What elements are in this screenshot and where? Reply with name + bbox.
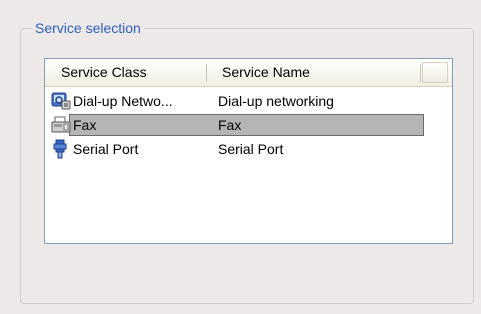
service-class-cell: Dial-up Netwo... [73, 93, 173, 109]
service-name-cell: Dial-up networking [218, 93, 334, 109]
service-list[interactable]: Service Class Service Name Dial-up Netwo… [44, 58, 453, 244]
column-header-service-name[interactable]: Service Name [208, 59, 418, 86]
serial-port-icon [51, 139, 71, 159]
groupbox-title: Service selection [32, 19, 144, 37]
column-divider[interactable] [206, 64, 207, 82]
list-item-selected[interactable]: Fax Fax [45, 113, 452, 137]
service-class-cell: Serial Port [73, 141, 139, 157]
service-name-cell: Serial Port [218, 141, 284, 157]
list-rows: Dial-up Netwo... Dial-up networking Fax … [45, 89, 452, 161]
list-item[interactable]: Serial Port Serial Port [45, 137, 452, 161]
column-divider[interactable] [420, 64, 421, 82]
service-name-cell: Fax [218, 117, 242, 133]
column-header-filler [422, 62, 448, 83]
list-header: Service Class Service Name [45, 59, 452, 87]
selection-highlight [69, 114, 424, 136]
service-selection-panel: Service selection Service Class Service … [0, 0, 481, 314]
dialup-networking-icon [51, 91, 71, 111]
list-item[interactable]: Dial-up Netwo... Dial-up networking [45, 89, 452, 113]
service-class-cell: Fax [73, 117, 97, 133]
fax-icon [51, 115, 71, 135]
column-header-service-class[interactable]: Service Class [45, 59, 207, 86]
